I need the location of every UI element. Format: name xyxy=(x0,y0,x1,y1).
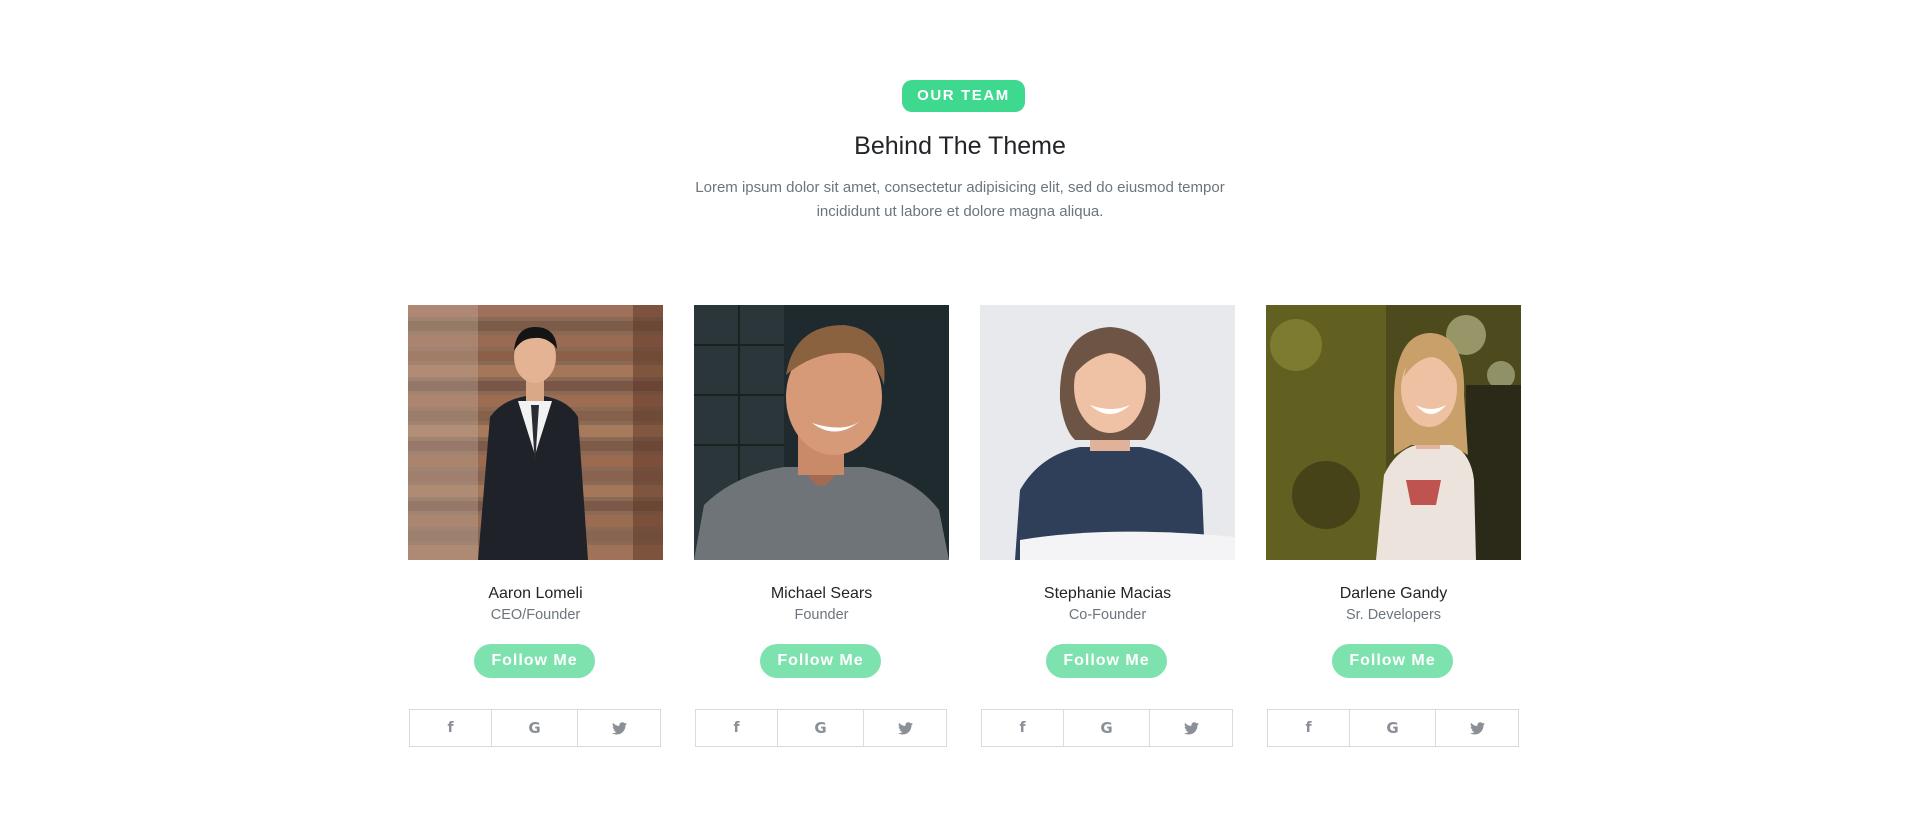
facebook-icon: f xyxy=(447,720,454,736)
team-member-role: CEO/Founder xyxy=(490,607,581,623)
twitter-icon xyxy=(897,721,913,734)
section-badge: OUR TEAM xyxy=(902,80,1025,112)
smiling-woman-photo xyxy=(980,305,1235,560)
team-member-photo xyxy=(980,305,1235,560)
facebook-link[interactable]: f xyxy=(410,710,492,746)
google-icon: G xyxy=(814,719,827,737)
google-link[interactable]: G xyxy=(1350,710,1436,746)
team-member-name: Aaron Lomeli xyxy=(488,585,583,602)
twitter-icon xyxy=(611,721,627,734)
follow-button[interactable]: Follow Me xyxy=(1046,644,1167,678)
facebook-link[interactable]: f xyxy=(696,710,778,746)
social-links: f G xyxy=(695,709,947,747)
follow-button[interactable]: Follow Me xyxy=(474,644,595,678)
facebook-link[interactable]: f xyxy=(982,710,1064,746)
team-member-role: Founder xyxy=(794,607,849,623)
twitter-icon xyxy=(1469,721,1485,734)
team-section: OUR TEAM Behind The Theme Lorem ipsum do… xyxy=(0,0,1920,825)
team-member-name: Stephanie Macias xyxy=(1043,585,1172,602)
team-card: Aaron Lomeli CEO/Founder Follow Me f G xyxy=(408,305,663,750)
google-link[interactable]: G xyxy=(778,710,864,746)
twitter-link[interactable] xyxy=(864,710,946,746)
team-member-photo xyxy=(1266,305,1521,560)
team-member-photo xyxy=(408,305,663,560)
google-icon: G xyxy=(528,719,541,737)
facebook-icon: f xyxy=(1305,720,1312,736)
section-description: Lorem ipsum dolor sit amet, consectetur … xyxy=(695,179,1225,220)
man-in-suit-photo xyxy=(408,305,663,560)
social-links: f G xyxy=(1267,709,1519,747)
facebook-icon: f xyxy=(1019,720,1026,736)
section-title: Behind The Theme xyxy=(854,132,1066,160)
follow-button[interactable]: Follow Me xyxy=(1332,644,1453,678)
team-member-photo xyxy=(694,305,949,560)
facebook-link[interactable]: f xyxy=(1268,710,1350,746)
twitter-link[interactable] xyxy=(1436,710,1518,746)
social-links: f G xyxy=(981,709,1233,747)
facebook-icon: f xyxy=(733,720,740,736)
team-grid: Aaron Lomeli CEO/Founder Follow Me f G M… xyxy=(408,305,1524,755)
team-member-name: Darlene Gandy xyxy=(1339,585,1448,602)
google-icon: G xyxy=(1100,719,1113,737)
team-card: Darlene Gandy Sr. Developers Follow Me f… xyxy=(1266,305,1521,750)
team-member-name: Michael Sears xyxy=(770,585,873,602)
social-links: f G xyxy=(409,709,661,747)
twitter-link[interactable] xyxy=(1150,710,1232,746)
google-icon: G xyxy=(1386,719,1399,737)
team-card: Stephanie Macias Co-Founder Follow Me f … xyxy=(980,305,1235,750)
laughing-woman-photo xyxy=(1266,305,1521,560)
team-card: Michael Sears Founder Follow Me f G xyxy=(694,305,949,750)
google-link[interactable]: G xyxy=(1064,710,1150,746)
twitter-icon xyxy=(1183,721,1199,734)
team-member-role: Co-Founder xyxy=(1068,607,1147,623)
twitter-link[interactable] xyxy=(578,710,660,746)
follow-button[interactable]: Follow Me xyxy=(760,644,881,678)
smiling-man-photo xyxy=(694,305,949,560)
google-link[interactable]: G xyxy=(492,710,578,746)
team-member-role: Sr. Developers xyxy=(1345,607,1442,623)
